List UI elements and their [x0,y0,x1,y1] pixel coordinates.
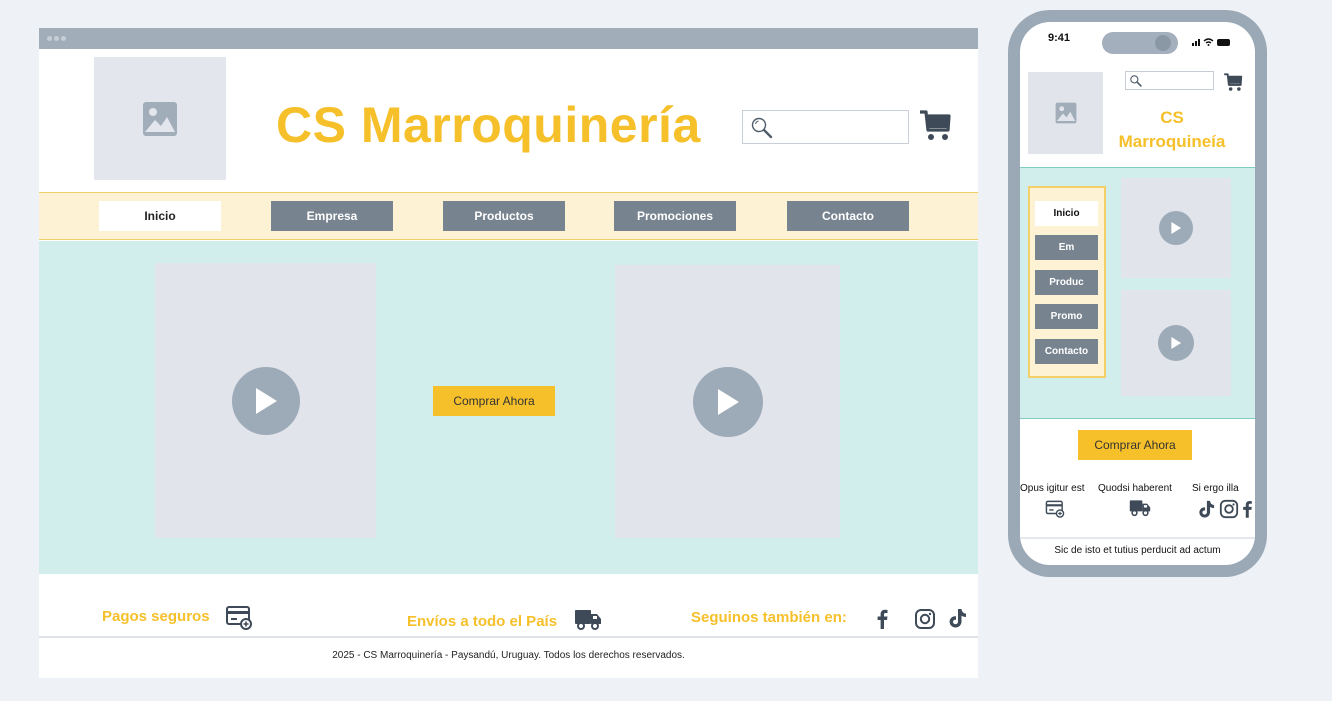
brand-title: CS Marroquineía [1106,106,1238,154]
video-placeholder-right[interactable] [615,265,840,538]
nav-inicio[interactable]: Inicio [1035,201,1098,226]
play-icon[interactable] [692,366,763,437]
buy-now-button[interactable]: Comprar Ahora [433,386,555,416]
browser-titlebar [39,28,978,49]
facebook-icon[interactable] [1240,499,1254,519]
play-icon[interactable] [231,366,300,435]
main-nav: Inicio Em Produc Promo Contacto [1028,186,1106,378]
signal-icon [1192,39,1200,46]
truck-icon [575,610,601,630]
instagram-icon[interactable] [1219,499,1239,519]
feature-text-1: Opus igitur est [1020,483,1085,494]
shipping-label: Envíos a todo el País [407,613,558,630]
social-label: Seguinos también en: [691,609,847,626]
image-icon [143,101,177,136]
wifi-icon [1203,38,1214,46]
video-placeholder-left[interactable] [155,263,376,538]
desktop-browser-window: CS Marroquinería Inicio Empresa Producto… [39,28,978,678]
logo-placeholder [1028,72,1103,154]
buy-now-button[interactable]: Comprar Ahora [1078,430,1192,460]
nav-contacto[interactable]: Contacto [1035,339,1098,364]
nav-inicio[interactable]: Inicio [99,201,221,231]
footer-divider [1020,537,1255,539]
search-input[interactable] [1125,71,1214,90]
search-icon [751,117,773,139]
search-input[interactable] [742,110,909,144]
battery-icon [1217,39,1230,46]
footer-divider [39,636,978,638]
nav-contacto[interactable]: Contacto [787,201,909,231]
logo-placeholder [94,57,226,180]
site-header: CS Marroquinería [39,49,978,191]
main-nav: Inicio Empresa Productos Promociones Con… [39,192,978,240]
phone-mockup: 9:41 CS Marroquineía Inicio Em Produc Pr… [1008,10,1267,577]
truck-icon [1129,500,1151,517]
brand-title-line1: CS [1160,108,1184,127]
secure-payments-label: Pagos seguros [102,608,210,625]
nav-promociones[interactable]: Promociones [614,201,736,231]
nav-empresa[interactable]: Empresa [271,201,393,231]
footer-text: Sic de isto et tutius perducit ad actum [1054,545,1221,556]
credit-card-icon [226,606,252,630]
copyright-text: 2025 - CS Marroquinería - Paysandú, Urug… [332,650,685,661]
nav-empresa[interactable]: Em [1035,235,1098,260]
cart-icon[interactable] [1223,72,1243,92]
facebook-icon[interactable] [874,608,890,630]
nav-promociones[interactable]: Promo [1035,304,1098,329]
nav-productos[interactable]: Productos [443,201,565,231]
window-dot [54,36,59,41]
status-icons [1192,35,1232,53]
cart-icon[interactable] [918,108,952,142]
play-icon[interactable] [1158,325,1194,361]
window-dot [47,36,52,41]
video-placeholder-bottom[interactable] [1121,290,1231,396]
play-icon[interactable] [1159,211,1193,245]
feature-text-2: Quodsi haberent [1098,483,1172,494]
feature-text-3: Si ergo illa [1192,483,1239,494]
brand-title-line2: Marroquineía [1118,132,1226,151]
nav-productos[interactable]: Produc [1035,270,1098,295]
image-icon [1055,102,1076,124]
camera-dot [1155,35,1171,51]
phone-screen: 9:41 CS Marroquineía Inicio Em Produc Pr… [1020,22,1255,565]
credit-card-icon [1045,500,1065,518]
search-icon [1130,75,1142,87]
hero-section: Comprar Ahora [39,241,978,574]
video-placeholder-top[interactable] [1121,178,1231,278]
instagram-icon[interactable] [914,608,936,630]
window-dot [61,36,66,41]
brand-title: CS Marroquinería [276,97,701,153]
tiktok-icon[interactable] [947,607,967,629]
features-bar: Pagos seguros Envíos a todo el País Segu… [39,574,978,638]
hero-section: Inicio Em Produc Promo Contacto [1020,167,1255,419]
tiktok-icon[interactable] [1197,499,1215,519]
status-time: 9:41 [1048,32,1071,44]
